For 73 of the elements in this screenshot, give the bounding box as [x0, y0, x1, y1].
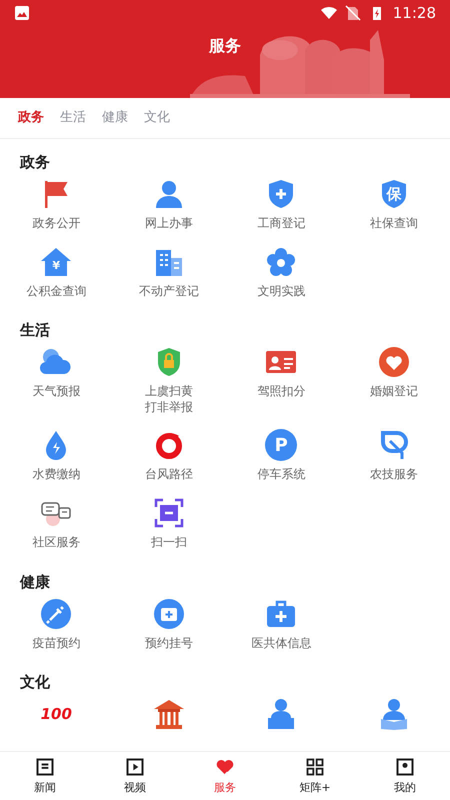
news-icon [35, 757, 55, 777]
service-tile[interactable]: 预约挂号 [112, 596, 225, 654]
category-tab[interactable]: 健康 [102, 108, 128, 126]
section-title: 文化 [19, 672, 51, 694]
service-tile[interactable]: 医共体信息 [225, 596, 338, 654]
image-icon [14, 5, 30, 21]
grid-icon [305, 757, 325, 777]
heart-icon [215, 757, 235, 777]
service-tile[interactable]: 文明实践 [225, 244, 338, 302]
section-title: 政务 [18, 152, 51, 173]
service-label: 不动产登记 [138, 284, 199, 300]
service-tile[interactable]: 婚姻登记 [338, 344, 450, 418]
nav-tab[interactable]: 服务 [180, 752, 270, 800]
flower-icon [265, 246, 298, 278]
service-tile[interactable]: 驾照扣分 [225, 344, 338, 418]
play-icon [125, 757, 145, 777]
service-label: 社区服务 [32, 534, 80, 551]
service-label: 工商登记 [257, 216, 306, 232]
category-tab[interactable]: 文化 [144, 108, 170, 126]
service-tile[interactable]: 台风路径 [112, 427, 225, 485]
service-label: 扫一扫 [150, 534, 187, 551]
service-tile[interactable]: ¥ 公积金查询 [0, 244, 112, 302]
service-tile[interactable]: 不动产登记 [112, 244, 225, 302]
service-label: 停车系统 [257, 467, 306, 483]
service-tile[interactable]: 水费缴纳 [0, 427, 112, 485]
service-label: 预约挂号 [144, 636, 193, 652]
service-tile[interactable]: 100 [0, 696, 112, 732]
category-tab[interactable]: 政务 [18, 108, 44, 126]
service-tile[interactable]: 扫一扫 [112, 494, 225, 553]
service-label: 天气预报 [32, 384, 80, 400]
wifi-icon [320, 5, 337, 21]
nav-tab[interactable]: 视频 [90, 752, 180, 800]
syringe-icon [40, 598, 72, 630]
profile-icon [395, 757, 415, 777]
service-tile[interactable]: 社区服务 [0, 494, 112, 553]
page-title: 服务 [208, 36, 242, 57]
service-label: 上虞扫黄 [144, 384, 193, 400]
no-sim-icon [344, 5, 361, 21]
service-label: 网上办事 [144, 216, 193, 232]
status-time: 11:28 [392, 4, 436, 22]
service-label: 水费缴纳 [32, 467, 80, 483]
house-icon: ¥ [40, 246, 72, 278]
service-tile[interactable]: 工商登记 [225, 176, 338, 234]
section-title: 健康 [18, 572, 51, 593]
service-tile[interactable]: 上虞扫黄 打非举报 [112, 344, 225, 418]
nav-tab[interactable]: 矩阵+ [270, 752, 360, 800]
service-label: 农技服务 [370, 467, 418, 483]
scan-icon [152, 496, 185, 529]
service-tile[interactable]: 疫苗预约 [0, 596, 112, 654]
service-tile[interactable]: 保 社保查询 [338, 176, 450, 234]
service-label: 医共体信息 [251, 636, 312, 652]
service-tile[interactable]: P 停车系统 [225, 427, 338, 485]
service-label: 社保查询 [370, 216, 418, 232]
calendar-plus-icon [152, 598, 185, 630]
nav-tab[interactable]: 我的 [360, 752, 450, 800]
service-label: 婚姻登记 [370, 384, 418, 400]
service-label: 疫苗预约 [32, 636, 80, 652]
pavilion-icon [152, 698, 185, 730]
category-tab[interactable]: 生活 [60, 108, 86, 126]
service-label: 公积金查询 [26, 284, 86, 300]
service-tile[interactable]: 网上办事 [112, 176, 225, 234]
nav-tab[interactable]: 新闻 [0, 752, 90, 800]
service-label: 驾照扣分 [257, 384, 306, 400]
service-tile[interactable]: 天气预报 [0, 344, 112, 418]
service-tile[interactable]: 农技服务 [338, 427, 450, 485]
emblem-icon: 100 [40, 698, 72, 730]
service-label: 打非举报 [144, 400, 193, 416]
parking-icon: P [265, 429, 298, 462]
service-label: 文明实践 [257, 284, 306, 300]
service-tile[interactable]: 政务公开 [0, 176, 112, 234]
section-title: 生活 [18, 320, 51, 342]
service-label: 台风路径 [144, 467, 193, 483]
service-label: 政务公开 [32, 216, 80, 232]
